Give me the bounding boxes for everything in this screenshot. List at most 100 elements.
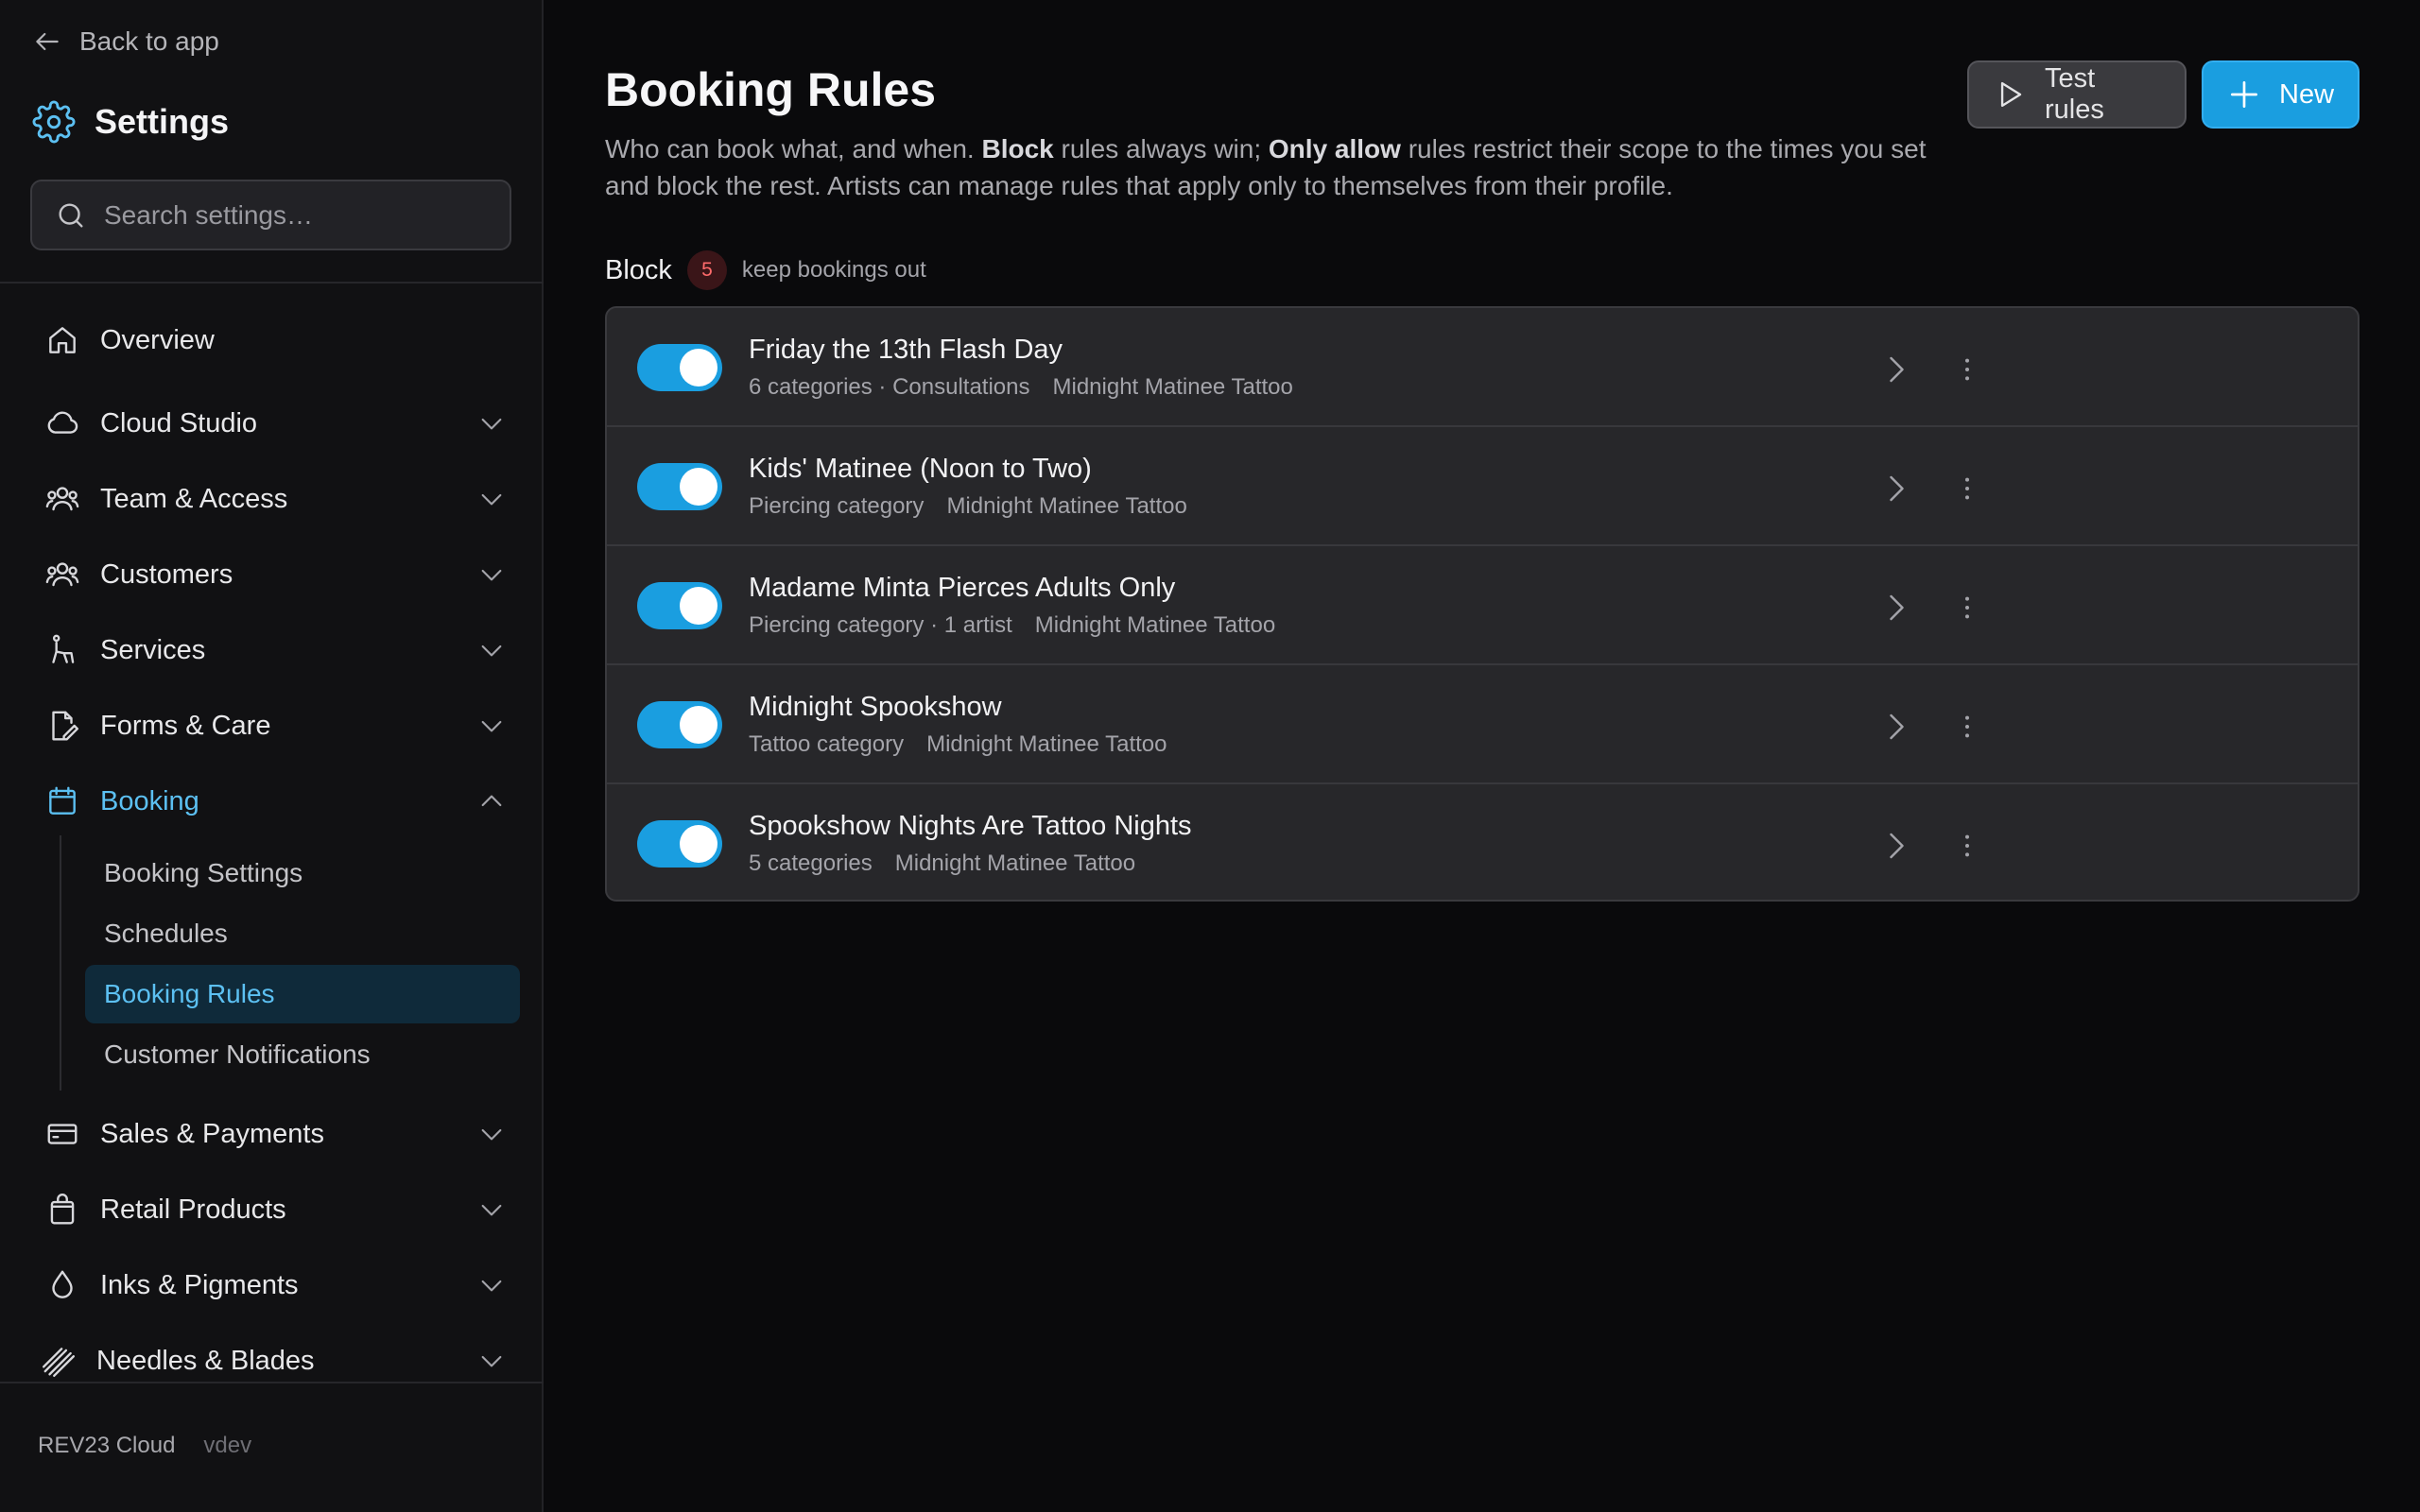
cloud-icon <box>43 404 81 442</box>
rule-location: Midnight Matinee Tattoo <box>946 493 1187 519</box>
nav-item-retail-products[interactable]: Retail Products <box>43 1183 507 1236</box>
chevron-down-icon <box>481 644 502 657</box>
nav-item-forms-care[interactable]: Forms & Care <box>43 699 507 752</box>
rule-meta: 5 categories Midnight Matinee Tattoo <box>749 850 1135 877</box>
chevron-right-icon <box>1890 356 1904 383</box>
sub-item-label: Customer Notifications <box>104 1040 371 1069</box>
users-icon <box>43 556 81 593</box>
rule-enabled-toggle[interactable] <box>637 463 722 510</box>
block-rules-list: Friday the 13th Flash Day 6 categories ·… <box>605 306 2360 902</box>
rule-name: Madame Minta Pierces Adults Only <box>749 573 1176 603</box>
nav-item-customers[interactable]: Customers <box>43 548 507 601</box>
rule-row[interactable]: Friday the 13th Flash Day 6 categories ·… <box>607 308 2358 427</box>
toggle-knob <box>680 587 717 625</box>
rule-name: Midnight Spookshow <box>749 692 1002 722</box>
rule-enabled-toggle[interactable] <box>637 344 722 391</box>
nav-item-label: Customers <box>100 558 233 590</box>
nav-item-needles-blades[interactable]: Needles & Blades <box>40 1334 507 1387</box>
more-vertical-icon <box>1965 477 1969 500</box>
open-rule-button[interactable] <box>1872 465 1919 512</box>
rule-scope: 6 categories · Consultations <box>749 374 1030 400</box>
rule-row[interactable]: Madame Minta Pierces Adults Only Piercin… <box>607 546 2358 665</box>
chair-icon <box>43 631 81 669</box>
needles-icon <box>40 1342 78 1380</box>
rule-row[interactable]: Spookshow Nights Are Tattoo Nights 5 cat… <box>607 784 2358 900</box>
chevron-down-icon <box>481 493 502 506</box>
rule-meta: Piercing category Midnight Matinee Tatto… <box>749 493 1187 520</box>
sub-item-customer-notifications[interactable]: Customer Notifications <box>85 1025 520 1084</box>
more-vertical-icon <box>1965 715 1969 738</box>
nav-item-overview[interactable]: Overview <box>43 314 507 367</box>
more-vertical-icon <box>1965 834 1969 857</box>
credit-card-icon <box>43 1115 81 1153</box>
new-rule-button[interactable]: New <box>2202 60 2360 129</box>
open-rule-button[interactable] <box>1872 822 1919 869</box>
rule-meta: 6 categories · Consultations Midnight Ma… <box>749 374 1293 401</box>
nav-item-inks-pigments[interactable]: Inks & Pigments <box>43 1259 507 1312</box>
chevron-right-icon <box>1890 594 1904 621</box>
rule-count-badge: 5 <box>686 250 727 290</box>
sub-item-booking-rules[interactable]: Booking Rules <box>85 965 520 1023</box>
rule-scope: 5 categories <box>749 850 873 876</box>
rule-row[interactable]: Midnight Spookshow Tattoo category Midni… <box>607 665 2358 784</box>
gear-icon <box>32 100 76 144</box>
rule-meta: Piercing category · 1 artist Midnight Ma… <box>749 612 1275 639</box>
rule-enabled-toggle[interactable] <box>637 701 722 748</box>
search-box[interactable] <box>30 180 511 250</box>
chevron-up-icon <box>481 795 502 807</box>
chevron-right-icon <box>1890 475 1904 502</box>
rule-row[interactable]: Kids' Matinee (Noon to Two) Piercing cat… <box>607 427 2358 546</box>
nav-item-services[interactable]: Services <box>43 624 507 677</box>
desc-text: Who can book what, and when. <box>605 134 982 163</box>
open-rule-button[interactable] <box>1872 346 1919 393</box>
rule-location: Midnight Matinee Tattoo <box>1034 612 1276 638</box>
test-rules-button[interactable]: Test rules <box>1967 60 2187 129</box>
home-icon <box>43 321 81 359</box>
more-vertical-icon <box>1965 358 1969 381</box>
form-edit-icon <box>43 707 81 745</box>
toggle-knob <box>680 468 717 506</box>
rule-more-menu-button[interactable] <box>1944 346 1991 393</box>
rule-enabled-toggle[interactable] <box>637 820 722 868</box>
chevron-down-icon <box>481 1204 502 1216</box>
droplet-icon <box>43 1266 81 1304</box>
sub-item-label: Booking Rules <box>104 979 275 1008</box>
nav-item-booking[interactable]: Booking <box>43 775 507 828</box>
search-input[interactable] <box>104 199 501 231</box>
nav-item-label: Overview <box>100 324 215 355</box>
footer-version: vdev <box>203 1433 252 1458</box>
sidebar-footer: REV23 Cloud vdev <box>38 1433 251 1459</box>
main-content: Booking Rules Who can book what, and whe… <box>545 0 2420 1512</box>
page-description: Who can book what, and when. Block rules… <box>605 130 1947 204</box>
open-rule-button[interactable] <box>1872 703 1919 750</box>
chevron-right-icon <box>1890 713 1904 740</box>
rule-location: Midnight Matinee Tattoo <box>1052 374 1293 400</box>
chevron-down-icon <box>481 418 502 430</box>
submenu-guide-line <box>60 835 61 1091</box>
rule-more-menu-button[interactable] <box>1944 584 1991 631</box>
play-icon <box>2000 81 2022 108</box>
nav-item-label: Booking <box>100 785 199 816</box>
back-to-app-link[interactable]: Back to app <box>32 25 219 59</box>
sub-item-schedules[interactable]: Schedules <box>85 904 520 963</box>
users-icon <box>43 480 81 518</box>
back-to-app-label: Back to app <box>79 26 219 56</box>
open-rule-button[interactable] <box>1872 584 1919 631</box>
nav-item-sales-payments[interactable]: Sales & Payments <box>43 1108 507 1160</box>
sub-item-booking-settings[interactable]: Booking Settings <box>85 844 520 902</box>
chevron-down-icon <box>481 1355 502 1367</box>
nav-item-team-access[interactable]: Team & Access <box>43 472 507 525</box>
rule-location: Midnight Matinee Tattoo <box>894 850 1136 876</box>
rule-more-menu-button[interactable] <box>1944 465 1991 512</box>
sidebar-footer-divider <box>0 1382 544 1383</box>
toggle-knob <box>680 349 717 387</box>
toggle-knob <box>680 706 717 744</box>
shopping-bag-icon <box>43 1191 81 1228</box>
nav-item-label: Retail Products <box>100 1194 286 1225</box>
rule-more-menu-button[interactable] <box>1944 822 1991 869</box>
rule-more-menu-button[interactable] <box>1944 703 1991 750</box>
settings-heading: Settings <box>32 98 229 146</box>
rule-enabled-toggle[interactable] <box>637 582 722 629</box>
nav-item-cloud-studio[interactable]: Cloud Studio <box>43 397 507 450</box>
test-rules-label: Test rules <box>2044 63 2104 125</box>
